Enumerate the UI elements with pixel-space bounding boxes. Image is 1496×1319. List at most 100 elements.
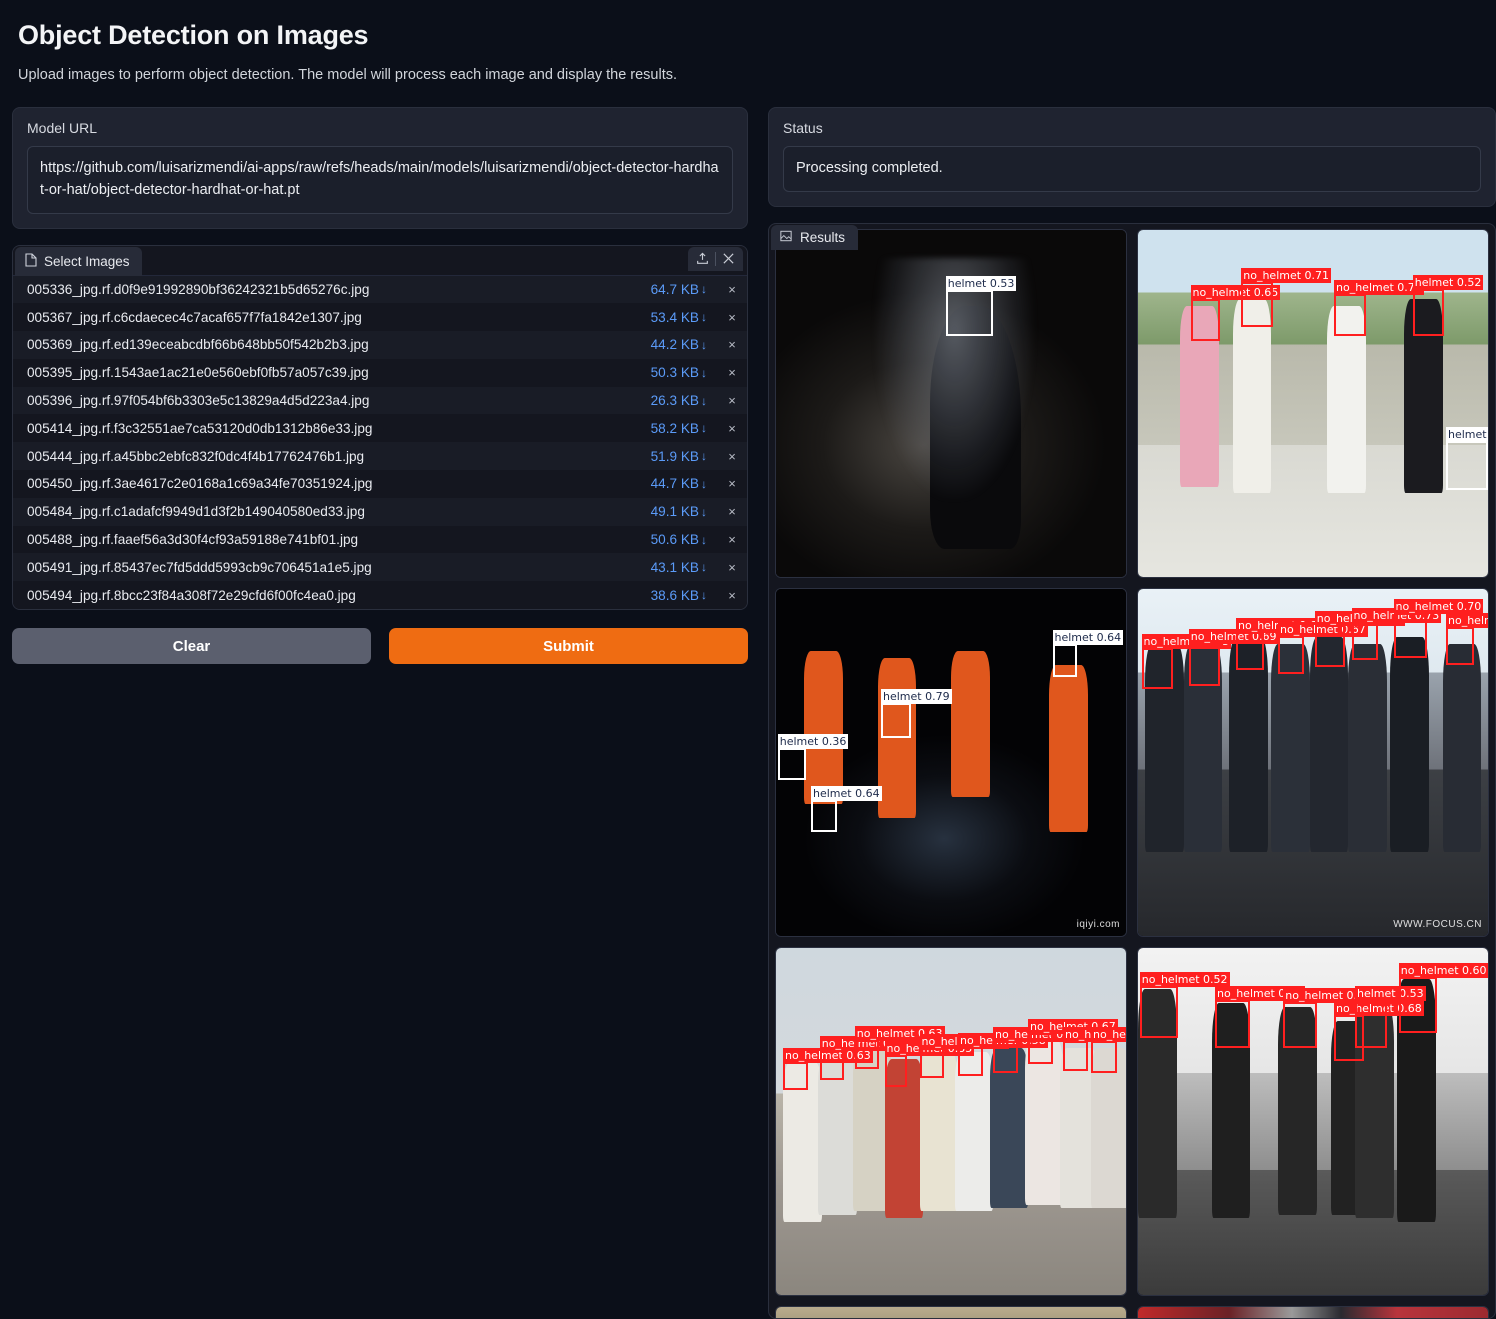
tab-results[interactable]: Results xyxy=(771,224,859,250)
file-download-link[interactable]: 58.2 KB ↓ xyxy=(651,421,707,436)
detection-label: no_helmet 0.67 xyxy=(1091,1027,1126,1043)
detection-box xyxy=(1278,635,1305,674)
file-row[interactable]: 005494_jpg.rf.8bcc23f84a308f72e29cfd6f00… xyxy=(13,581,747,610)
file-row[interactable]: 005367_jpg.rf.c6cdaecec4c7acaf657f7fa184… xyxy=(13,303,747,332)
detection-label: no_helmet 0.52 xyxy=(1139,971,1230,987)
download-arrow-icon: ↓ xyxy=(701,310,707,325)
file-name: 005444_jpg.rf.a45bbc2ebfc832f0dc4f4b1776… xyxy=(27,448,365,464)
detection-label: helmet 0.52 xyxy=(1412,274,1484,290)
detection-label: helmet 0.79 xyxy=(881,689,952,705)
file-download-link[interactable]: 53.4 KB ↓ xyxy=(651,310,707,325)
result-image xyxy=(776,947,1126,1295)
figure-shape xyxy=(1232,299,1271,494)
result-thumbnail[interactable]: no_helmet 0.65 no_helmet 0.71 no_helmet 0.… xyxy=(1137,228,1489,578)
result-thumbnail[interactable] xyxy=(1137,1305,1489,1318)
download-arrow-icon: ↓ xyxy=(701,588,707,603)
result-thumbnail[interactable]: helmet 0.53 xyxy=(775,228,1127,578)
file-row[interactable]: 005369_jpg.rf.ed139eceabcdbf66b648bb50f5… xyxy=(13,331,747,359)
remove-file-icon[interactable]: × xyxy=(723,310,741,325)
detection-box xyxy=(1188,642,1221,686)
file-download-link[interactable]: 51.9 KB ↓ xyxy=(651,449,707,464)
file-download-link[interactable]: 26.3 KB ↓ xyxy=(651,393,707,408)
result-thumbnail[interactable] xyxy=(775,1305,1127,1318)
remove-file-icon[interactable]: × xyxy=(723,365,741,380)
tab-select-images[interactable]: Select Images xyxy=(15,246,142,276)
detection-box xyxy=(958,1046,983,1077)
file-download-link[interactable]: 50.3 KB ↓ xyxy=(651,365,707,380)
file-size-label: 50.3 KB xyxy=(650,365,699,381)
file-size-label: 44.2 KB xyxy=(650,337,699,353)
remove-file-icon[interactable]: × xyxy=(723,560,741,575)
figure-shape xyxy=(930,306,1021,549)
tab-select-images-label: Select Images xyxy=(44,253,130,269)
remove-file-icon[interactable]: × xyxy=(723,532,741,547)
file-download-link[interactable]: 50.6 KB ↓ xyxy=(651,532,707,547)
result-thumbnail[interactable]: no_helmet 0.63 no_helmet 0.59 no_helmet 0.… xyxy=(775,946,1127,1296)
detection-box xyxy=(993,1041,1018,1073)
detection-label: helmet 0.36 xyxy=(777,734,849,750)
remove-file-icon[interactable]: × xyxy=(723,476,741,491)
submit-button[interactable]: Submit xyxy=(389,628,748,665)
file-row[interactable]: 005395_jpg.rf.1543ae1ac21e0e560ebf0fb57a… xyxy=(13,358,747,387)
remove-file-icon[interactable]: × xyxy=(723,393,741,408)
detection-label: helmet 0.64 xyxy=(811,786,882,802)
remove-file-icon[interactable]: × xyxy=(723,337,741,352)
result-thumbnail[interactable]: helmet 0.36 helmet 0.64 helmet 0.79 helmet … xyxy=(775,587,1127,937)
file-row[interactable]: 005484_jpg.rf.c1adafcf9949d1d3f2b1490405… xyxy=(13,497,747,526)
main-columns: Model URL https://github.com/luisarizmen… xyxy=(12,107,1496,1319)
result-thumbnail[interactable]: no_helmet 0.75no_helmet 0.69no_helmet 0.… xyxy=(1137,587,1489,937)
file-name: 005395_jpg.rf.1543ae1ac21e0e560ebf0fb57a… xyxy=(27,365,369,381)
file-name: 005491_jpg.rf.85437ec7fd5ddd5993cb9c7064… xyxy=(27,559,372,575)
file-name: 005488_jpg.rf.faaef56a3d30f4cf93a59188e7… xyxy=(27,532,359,548)
close-icon[interactable] xyxy=(722,252,735,265)
action-buttons: Clear Submit xyxy=(12,628,748,665)
detection-box xyxy=(919,1048,944,1078)
figure-shape xyxy=(1049,665,1088,832)
detection-box xyxy=(1091,1041,1118,1073)
clear-button[interactable]: Clear xyxy=(12,628,371,665)
file-download-link[interactable]: 49.1 KB ↓ xyxy=(651,504,707,519)
file-row[interactable]: 005414_jpg.rf.f3c32551ae7ca53120d0db1312… xyxy=(13,414,747,443)
file-size-label: 53.4 KB xyxy=(650,309,699,325)
detection-label: helmet 0.64 xyxy=(1052,630,1124,646)
download-arrow-icon: ↓ xyxy=(701,365,707,380)
status-value: Processing completed. xyxy=(783,146,1481,192)
file-row[interactable]: 005396_jpg.rf.97f054bf6b3303e5c13829a4d5… xyxy=(13,386,747,415)
detection-box xyxy=(777,748,806,780)
detection-box xyxy=(1334,293,1366,336)
detection-label: no_helmet 0.71 xyxy=(1334,279,1424,295)
download-arrow-icon: ↓ xyxy=(701,449,707,464)
file-name: 005369_jpg.rf.ed139eceabcdbf66b648bb50f5… xyxy=(27,337,369,353)
remove-file-icon[interactable]: × xyxy=(723,421,741,436)
results-gallery-block: Results helmet 0.53 no_helmet 0.65 no_helm… xyxy=(768,222,1496,1319)
file-size-label: 26.3 KB xyxy=(650,393,699,409)
file-download-link[interactable]: 38.6 KB ↓ xyxy=(651,588,707,603)
model-url-input[interactable]: https://github.com/luisarizmendi/ai-apps… xyxy=(27,146,733,214)
result-thumbnail[interactable]: no_helmet 0.52 no_helmet 0.71 no_helmet 0.… xyxy=(1137,946,1489,1296)
file-download-link[interactable]: 44.7 KB ↓ xyxy=(651,476,707,491)
remove-file-icon[interactable]: × xyxy=(723,588,741,603)
remove-file-icon[interactable]: × xyxy=(723,449,741,464)
file-download-link[interactable]: 64.7 KB ↓ xyxy=(651,282,707,297)
file-row[interactable]: 005450_jpg.rf.3ae4617c2e0168a1c69a34fe70… xyxy=(13,470,747,498)
file-row[interactable]: 005488_jpg.rf.faaef56a3d30f4cf93a59188e7… xyxy=(13,525,747,554)
detection-label: helmet 0.56 xyxy=(1446,427,1488,443)
file-download-link[interactable]: 44.2 KB ↓ xyxy=(651,337,707,352)
file-row[interactable]: 005336_jpg.rf.d0f9e91992890bf36242321b5d… xyxy=(13,275,747,304)
result-image xyxy=(1138,1306,1488,1318)
divider xyxy=(715,251,716,266)
remove-file-icon[interactable]: × xyxy=(723,282,741,297)
model-url-label: Model URL xyxy=(27,120,98,136)
remove-file-icon[interactable]: × xyxy=(723,504,741,519)
file-row[interactable]: 005444_jpg.rf.a45bbc2ebfc832f0dc4f4b1776… xyxy=(13,442,747,471)
app-root: Object Detection on Images Upload images… xyxy=(0,0,1496,1319)
figure-shape xyxy=(877,658,916,818)
detection-box xyxy=(1190,299,1221,341)
upload-icon[interactable] xyxy=(696,252,709,265)
file-row[interactable]: 005491_jpg.rf.85437ec7fd5ddd5993cb9c7064… xyxy=(13,553,747,582)
file-list: 005336_jpg.rf.d0f9e91992890bf36242321b5d… xyxy=(13,275,747,610)
figure-shape xyxy=(951,651,990,797)
figure-shape xyxy=(1348,644,1387,853)
file-download-link[interactable]: 43.1 KB ↓ xyxy=(651,560,707,575)
page-title: Object Detection on Images xyxy=(18,20,369,50)
